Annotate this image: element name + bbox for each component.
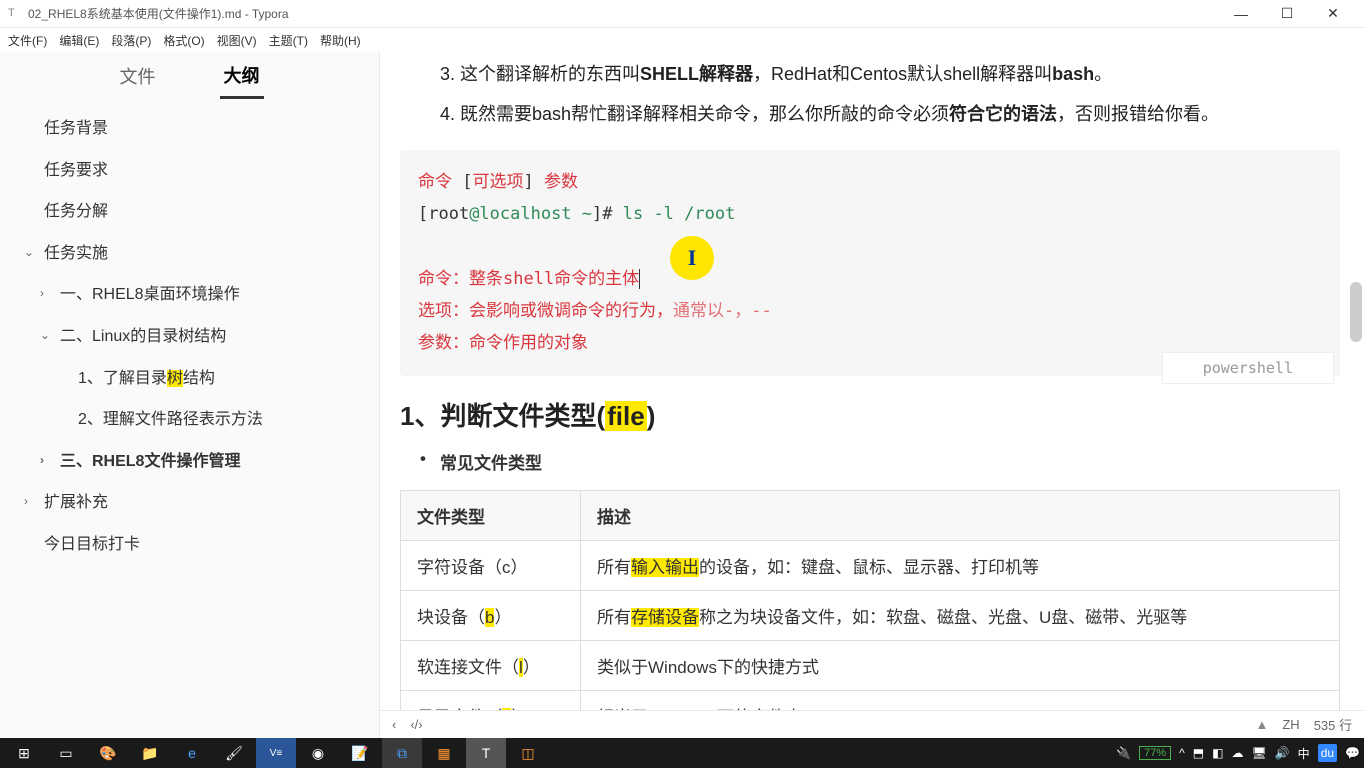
paint-icon[interactable]: 🎨 xyxy=(88,738,128,768)
line-count: 535 行 xyxy=(1314,715,1352,734)
close-button[interactable]: ✕ xyxy=(1310,0,1356,28)
typora-icon[interactable]: T xyxy=(466,738,506,768)
power-icon[interactable]: 🔌 xyxy=(1116,746,1131,760)
outline-item[interactable]: 今日目标打卡 xyxy=(0,524,379,566)
table-header: 文件类型 xyxy=(401,490,581,540)
vscode-icon[interactable]: ⧉ xyxy=(382,738,422,768)
battery-indicator[interactable]: 77% xyxy=(1139,746,1171,760)
spell-lang[interactable]: ZH xyxy=(1282,717,1299,732)
scrollbar-thumb[interactable] xyxy=(1350,282,1362,342)
tray-icon[interactable]: ☁ xyxy=(1231,746,1243,760)
chevron-right-icon: › xyxy=(40,451,44,470)
menu-help[interactable]: 帮助(H) xyxy=(320,32,361,49)
outline-item[interactable]: ›扩展补充 xyxy=(0,482,379,524)
outline-item[interactable]: 任务分解 xyxy=(0,191,379,233)
taskview-icon[interactable]: ▭ xyxy=(46,738,86,768)
outline-item[interactable]: 2、理解文件路径表示方法 xyxy=(0,399,379,441)
app-icon[interactable]: ▦ xyxy=(424,738,464,768)
chevron-down-icon: ⌄ xyxy=(24,243,34,262)
code-lang-label[interactable]: powershell xyxy=(1162,352,1334,384)
outline-item[interactable]: 1、了解目录树结构 xyxy=(0,358,379,400)
nav-back[interactable]: ‹ xyxy=(392,717,396,732)
notification-icon[interactable]: 💬 xyxy=(1345,746,1360,760)
menu-edit[interactable]: 编辑(E) xyxy=(59,32,99,49)
outline-item[interactable]: 任务背景 xyxy=(0,108,379,150)
chevron-right-icon: › xyxy=(40,284,44,303)
statusbar: ‹ ‹/› ▲ ZH 535 行 xyxy=(380,710,1364,738)
chrome-icon[interactable]: ◉ xyxy=(298,738,338,768)
maximize-button[interactable]: ☐ xyxy=(1264,0,1310,28)
ime-icon[interactable]: 中 xyxy=(1298,745,1310,762)
app-icon: T xyxy=(8,7,22,21)
outline-item-active[interactable]: ›三、RHEL8文件操作管理 xyxy=(0,441,379,483)
menu-format[interactable]: 格式(O) xyxy=(163,32,204,49)
edge-icon[interactable]: e xyxy=(172,738,212,768)
heading-file-type: 1、判断文件类型(file) xyxy=(400,396,1340,433)
outline-item[interactable]: ⌄二、Linux的目录树结构 xyxy=(0,316,379,358)
tab-outline[interactable]: 大纲 xyxy=(220,54,264,99)
editor-content[interactable]: 3. 这个翻译解析的东西叫SHELL解释器，RedHat和Centos默认she… xyxy=(380,52,1364,710)
outline-item[interactable]: 任务要求 xyxy=(0,150,379,192)
nav-source[interactable]: ‹/› xyxy=(410,717,422,732)
chevron-down-icon: ⌄ xyxy=(40,326,50,345)
menu-paragraph[interactable]: 段落(P) xyxy=(111,32,151,49)
table-header: 描述 xyxy=(581,490,1340,540)
bullet-item: 常见文件类型 xyxy=(440,449,1340,474)
file-type-table: 文件类型 描述 字符设备（c） 所有输入输出的设备，如：键盘、鼠标、显示器、打印… xyxy=(400,490,1340,710)
tray-up-icon[interactable]: ^ xyxy=(1179,746,1185,760)
chevron-right-icon: › xyxy=(24,492,28,511)
explorer-icon[interactable]: 📁 xyxy=(130,738,170,768)
table-row: 字符设备（c） 所有输入输出的设备，如：键盘、鼠标、显示器、打印机等 xyxy=(401,540,1340,590)
menubar: 文件(F) 编辑(E) 段落(P) 格式(O) 视图(V) 主题(T) 帮助(H… xyxy=(0,28,1364,52)
start-button[interactable]: ⊞ xyxy=(4,738,44,768)
visio-icon[interactable]: V≡ xyxy=(256,738,296,768)
table-row: 块设备（b） 所有存储设备称之为块设备文件，如：软盘、磁盘、光盘、U盘、磁带、光… xyxy=(401,590,1340,640)
vm-icon[interactable]: ◫ xyxy=(508,738,548,768)
tab-files[interactable]: 文件 xyxy=(116,55,160,97)
menu-theme[interactable]: 主题(T) xyxy=(269,32,308,49)
tray-icon[interactable]: 🖥 xyxy=(1251,746,1266,760)
titlebar: T 02_RHEL8系统基本使用(文件操作1).md - Typora — ☐ … xyxy=(0,0,1364,28)
list-item: 3. 这个翻译解析的东西叫SHELL解释器，RedHat和Centos默认she… xyxy=(440,56,1340,92)
code-block[interactable]: 命令 [可选项] 参数 [root@localhost ~]# ls -l /r… xyxy=(400,150,1340,376)
tray-icon[interactable]: ⬒ xyxy=(1193,746,1204,760)
outline-item[interactable]: ⌄任务实施 xyxy=(0,233,379,275)
menu-file[interactable]: 文件(F) xyxy=(8,32,47,49)
volume-icon[interactable]: 🔊 xyxy=(1275,746,1290,760)
table-row: 目录文件（d） 相当于Windows下的文件夹 xyxy=(401,690,1340,710)
sidebar: 文件 大纲 任务背景 任务要求 任务分解 ⌄任务实施 ›一、RHEL8桌面环境操… xyxy=(0,52,380,738)
paint3d-icon[interactable]: 🖌 xyxy=(214,738,254,768)
minimize-button[interactable]: — xyxy=(1218,0,1264,28)
window-title: 02_RHEL8系统基本使用(文件操作1).md - Typora xyxy=(28,5,289,22)
taskbar: ⊞ ▭ 🎨 📁 e 🖌 V≡ ◉ 📝 ⧉ ▦ T ◫ 🔌 77% ^ ⬒ ◧ ☁… xyxy=(0,738,1364,768)
table-row: 软连接文件（l） 类似于Windows下的快捷方式 xyxy=(401,640,1340,690)
list-item: 4. 既然需要bash帮忙翻译解释相关命令，那么你所敲的命令必须符合它的语法，否… xyxy=(440,96,1340,132)
menu-view[interactable]: 视图(V) xyxy=(217,32,257,49)
cursor-highlight-icon xyxy=(670,236,714,280)
tray-icon[interactable]: du xyxy=(1318,744,1337,762)
outline-item[interactable]: ›一、RHEL8桌面环境操作 xyxy=(0,274,379,316)
outline-tree: 任务背景 任务要求 任务分解 ⌄任务实施 ›一、RHEL8桌面环境操作 ⌄二、L… xyxy=(0,100,379,738)
notepad-icon[interactable]: 📝 xyxy=(340,738,380,768)
tray-icon[interactable]: ◧ xyxy=(1212,746,1223,760)
warning-icon[interactable]: ▲ xyxy=(1255,717,1268,732)
